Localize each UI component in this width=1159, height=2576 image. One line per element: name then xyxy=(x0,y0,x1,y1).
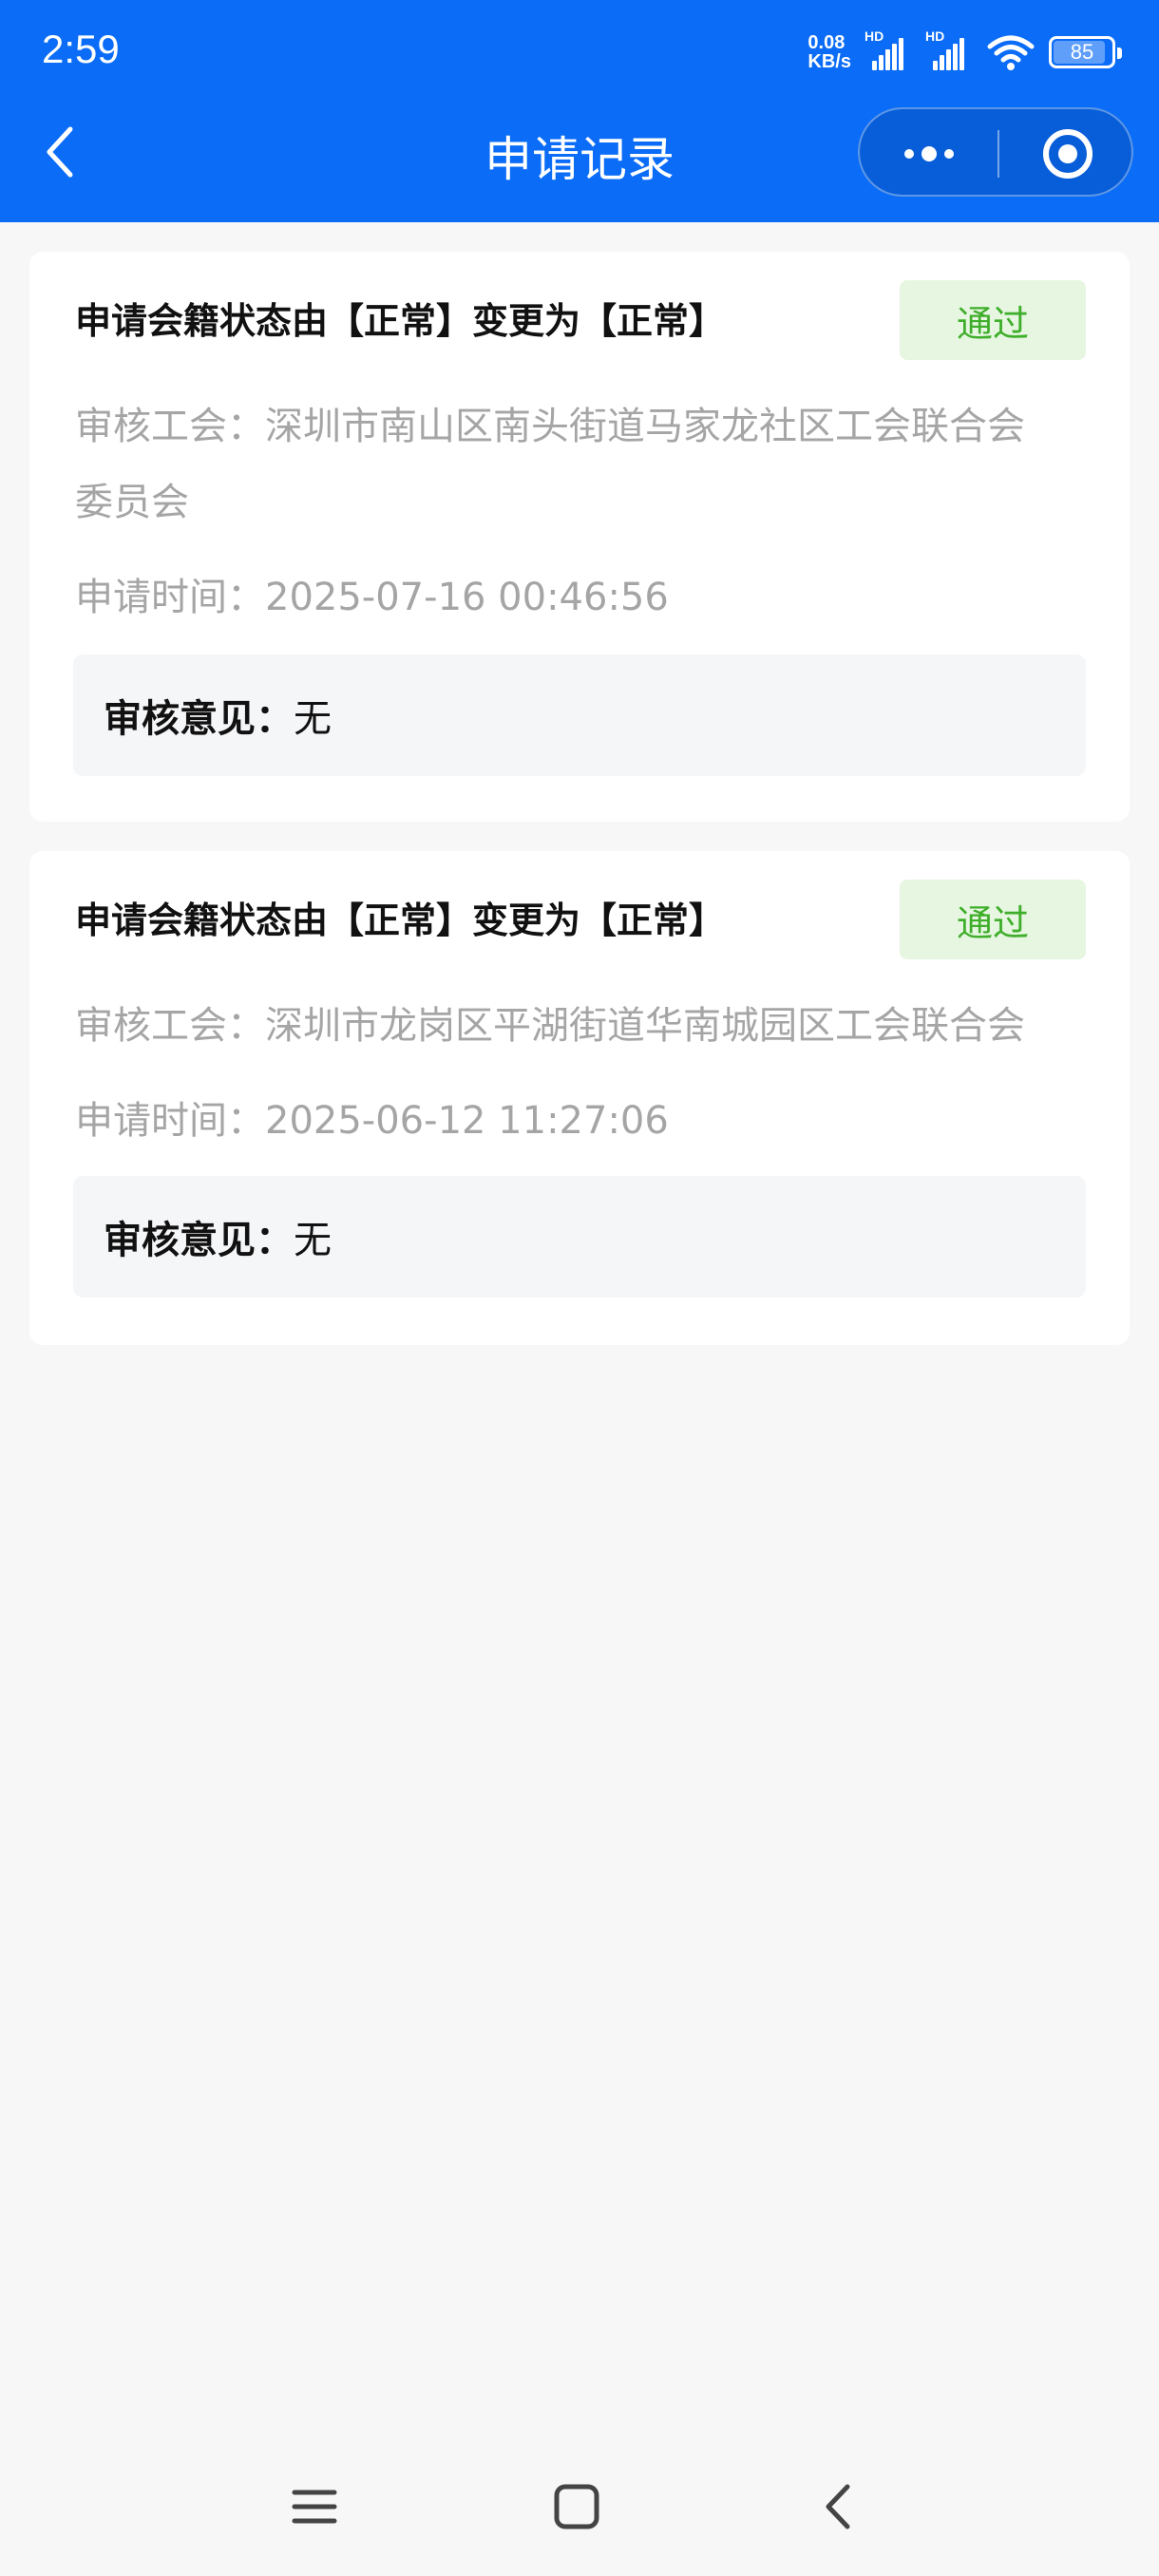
apply-time-value: 2025-07-16 00:46:56 xyxy=(265,576,669,619)
review-union-value-cont: 委员会 xyxy=(75,481,189,524)
review-union-row: 审核工会：深圳市南山区南头街道马家龙社区工会联合会 委员会 xyxy=(75,388,1101,540)
home-button[interactable] xyxy=(543,2473,610,2540)
status-time: 2:59 xyxy=(42,27,120,71)
close-miniprogram-button[interactable] xyxy=(999,109,1135,199)
target-icon xyxy=(1042,129,1092,179)
hd-label-2: HD xyxy=(925,28,945,44)
system-nav-bar xyxy=(0,2460,1159,2555)
more-button[interactable] xyxy=(860,109,998,199)
review-opinion-label: 审核意见： xyxy=(104,1219,294,1262)
record-card[interactable]: 申请会籍状态由【正常】变更为【正常】 通过 审核工会：深圳市龙岗区平湖街道华南城… xyxy=(29,851,1130,1345)
review-opinion-value: 无 xyxy=(294,1219,332,1262)
apply-time-value: 2025-06-12 11:27:06 xyxy=(265,1099,669,1143)
review-opinion-box: 审核意见： 无 xyxy=(73,1176,1086,1297)
review-union-value: 深圳市龙岗区平湖街道华南城园区工会联合会 xyxy=(265,1004,1025,1048)
app-header: 2:59 0.08 KB/s HD HD 85 申请记录 xyxy=(0,0,1159,222)
review-union-label: 审核工会： xyxy=(75,405,265,448)
system-back-button[interactable] xyxy=(806,2473,872,2540)
square-icon xyxy=(554,2484,599,2529)
more-dots-icon xyxy=(903,149,914,159)
review-union-value: 深圳市南山区南头街道马家龙社区工会联合会 xyxy=(265,405,1025,448)
review-opinion-value: 无 xyxy=(294,697,332,741)
menu-icon xyxy=(292,2490,337,2524)
miniprogram-capsule xyxy=(858,107,1133,197)
network-speed: 0.08 KB/s xyxy=(808,33,851,71)
status-icons: 0.08 KB/s HD HD 85 xyxy=(808,28,1122,76)
battery-icon: 85 xyxy=(1049,36,1122,68)
apply-time-row: 申请时间：2025-07-16 00:46:56 xyxy=(75,559,1101,635)
more-dot-right xyxy=(943,149,954,159)
wifi-icon xyxy=(987,35,1035,70)
record-card[interactable]: 申请会籍状态由【正常】变更为【正常】 通过 审核工会：深圳市南山区南头街道马家龙… xyxy=(29,252,1130,822)
status-badge: 通过 xyxy=(900,280,1086,360)
review-opinion-box: 审核意见： 无 xyxy=(73,654,1086,776)
review-opinion-label: 审核意见： xyxy=(104,697,294,741)
signal-icon: HD xyxy=(864,28,912,70)
chevron-left-icon xyxy=(826,2484,850,2529)
record-title: 申请会籍状态由【正常】变更为【正常】 xyxy=(75,300,726,342)
review-union-label: 审核工会： xyxy=(75,1004,265,1048)
recent-apps-button[interactable] xyxy=(281,2473,348,2540)
apply-time-row: 申请时间：2025-06-12 11:27:06 xyxy=(75,1083,1101,1159)
apply-time-label: 申请时间： xyxy=(75,576,265,619)
status-badge: 通过 xyxy=(900,880,1086,959)
hd-label: HD xyxy=(864,28,884,44)
signal-icon-2: HD xyxy=(925,28,973,70)
apply-time-label: 申请时间： xyxy=(75,1099,265,1143)
review-union-row: 审核工会：深圳市龙岗区平湖街道华南城园区工会联合会 xyxy=(75,988,1101,1064)
network-speed-unit: KB/s xyxy=(808,51,851,72)
network-speed-value: 0.08 xyxy=(808,32,846,53)
battery-level: 85 xyxy=(1070,40,1094,64)
more-dot-center xyxy=(921,146,937,161)
record-title: 申请会籍状态由【正常】变更为【正常】 xyxy=(75,900,726,941)
